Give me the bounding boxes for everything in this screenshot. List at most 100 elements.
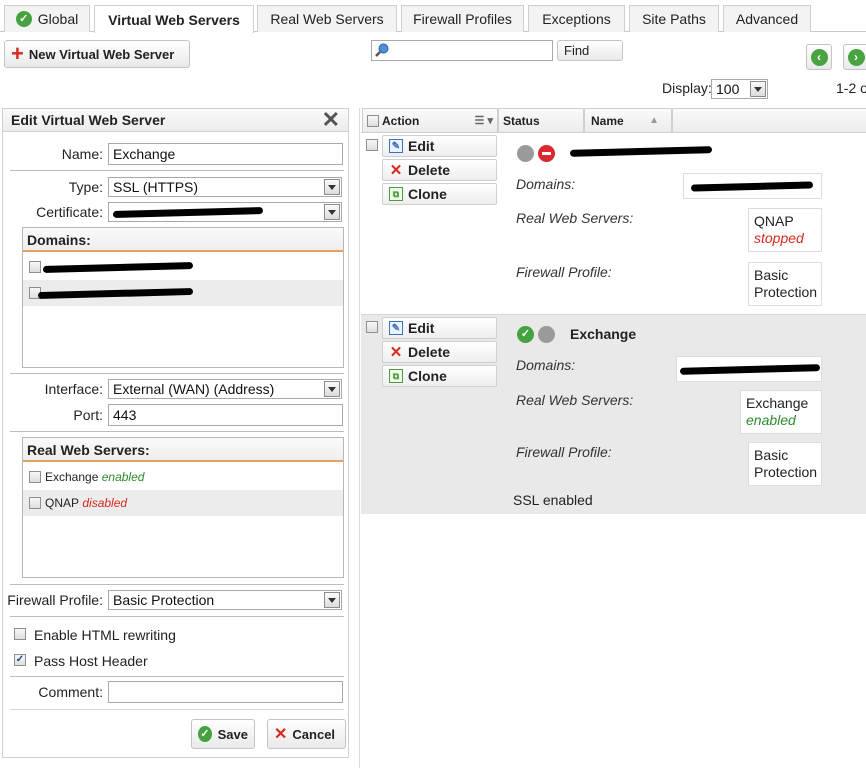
previous-page-button[interactable]: ‹ xyxy=(806,44,832,70)
real-server-checkbox[interactable] xyxy=(29,471,41,483)
redacted-domain xyxy=(42,262,194,273)
firewall-profile-value-box: Basic Protection xyxy=(748,442,822,486)
cancel-button-label: Cancel xyxy=(292,726,336,742)
status-enabled-icon[interactable]: ✓ xyxy=(517,326,534,343)
clone-icon: ⧉ xyxy=(389,369,403,383)
real-server-value-box: Exchange enabled xyxy=(740,390,822,434)
firewall-profile-field-label: Firewall Profile: xyxy=(516,444,612,460)
domain-checkbox[interactable] xyxy=(29,261,41,273)
real-server-row[interactable]: QNAP disabled xyxy=(23,490,343,516)
edit-panel-header: Edit Virtual Web Server ✕ xyxy=(2,107,349,133)
column-menu-icon[interactable]: ☰ ▾ xyxy=(475,114,493,127)
display-count-value: 100 xyxy=(716,81,740,97)
arrow-left-icon: ‹ xyxy=(810,48,828,66)
edit-button-label: Edit xyxy=(408,138,435,154)
edit-button[interactable]: ✎ Edit xyxy=(382,135,497,157)
name-input[interactable]: Exchange xyxy=(108,143,343,165)
firewall-profile-label: Firewall Profile: xyxy=(7,592,103,608)
column-header-status[interactable]: Status xyxy=(498,108,584,132)
edit-icon: ✎ xyxy=(389,321,403,335)
clone-button[interactable]: ⧉ Clone xyxy=(382,183,497,205)
status-dot-icon xyxy=(517,145,534,162)
save-button-label: Save xyxy=(217,726,248,742)
tab-firewall-profiles[interactable]: Firewall Profiles xyxy=(401,5,524,32)
divider xyxy=(10,709,344,710)
status-disabled-icon[interactable] xyxy=(538,145,555,162)
delete-button-label: Delete xyxy=(408,344,451,360)
find-button[interactable]: Find xyxy=(557,40,623,61)
tab-virtual-web-servers[interactable]: Virtual Web Servers xyxy=(94,5,254,33)
select-all-checkbox[interactable] xyxy=(367,114,379,127)
tab-advanced[interactable]: Advanced xyxy=(723,5,811,32)
real-web-servers-field-label: Real Web Servers: xyxy=(516,210,634,226)
firewall-profile-line-2: Protection xyxy=(754,464,818,480)
real-server-checkbox[interactable] xyxy=(29,497,41,509)
chevron-down-icon xyxy=(324,204,340,220)
close-icon[interactable]: ✕ xyxy=(322,107,340,133)
name-value: Exchange xyxy=(113,146,176,162)
firewall-profile-field-label: Firewall Profile: xyxy=(516,264,612,280)
clone-button[interactable]: ⧉ Clone xyxy=(382,365,497,387)
certificate-select[interactable] xyxy=(108,202,342,222)
sort-ascending-icon: ▲ xyxy=(649,115,659,126)
real-server-status: disabled xyxy=(82,496,128,510)
find-button-label: Find xyxy=(564,43,590,58)
clone-button-label: Clone xyxy=(408,186,447,202)
row-checkbox[interactable] xyxy=(366,321,378,333)
divider xyxy=(10,431,344,432)
edit-panel-title: Edit Virtual Web Server xyxy=(11,112,166,128)
real-server-status: enabled xyxy=(746,412,796,428)
tab-real-web-servers[interactable]: Real Web Servers xyxy=(257,5,397,32)
tab-site-paths[interactable]: Site Paths xyxy=(629,5,719,32)
divider xyxy=(10,616,344,617)
chevron-down-icon xyxy=(324,179,340,195)
domains-field-label: Domains: xyxy=(516,357,576,373)
pager-text: 1-2 o xyxy=(836,80,866,96)
real-server-row[interactable]: Exchange enabled xyxy=(23,464,343,490)
new-virtual-web-server-button[interactable]: + New Virtual Web Server xyxy=(4,40,190,68)
next-page-button[interactable]: › xyxy=(843,44,866,70)
html-rewriting-checkbox[interactable] xyxy=(14,628,26,640)
firewall-profile-line-2: Protection xyxy=(754,284,818,300)
delete-button[interactable]: ✕ Delete xyxy=(382,341,497,363)
display-count-select[interactable]: 100 xyxy=(711,79,768,99)
edit-button[interactable]: ✎ Edit xyxy=(382,317,497,339)
comment-input[interactable] xyxy=(108,681,343,703)
interface-label: Interface: xyxy=(44,381,103,397)
chevron-down-icon xyxy=(750,81,766,97)
edit-button-label: Edit xyxy=(408,320,435,336)
search-input[interactable] xyxy=(371,40,553,61)
tab-global[interactable]: ✓ Global xyxy=(4,5,90,32)
row-checkbox[interactable] xyxy=(366,139,378,151)
divider xyxy=(10,170,344,171)
clone-icon: ⧉ xyxy=(389,187,403,201)
tab-exceptions[interactable]: Exceptions xyxy=(528,5,625,32)
save-button[interactable]: ✓ Save xyxy=(191,719,255,749)
delete-icon: ✕ xyxy=(389,344,403,361)
type-select[interactable]: SSL (HTTPS) xyxy=(108,177,342,197)
tab-real-web-servers-label: Real Web Servers xyxy=(270,11,384,27)
cancel-button[interactable]: ✕ Cancel xyxy=(267,719,346,749)
real-server-value-box: QNAP stopped xyxy=(748,208,822,252)
check-circle-icon: ✓ xyxy=(198,726,212,742)
status-dot-icon xyxy=(538,326,555,343)
firewall-profile-select[interactable]: Basic Protection xyxy=(108,590,342,610)
pass-host-header-checkbox[interactable]: ✓ xyxy=(14,654,26,666)
tab-virtual-web-servers-label: Virtual Web Servers xyxy=(108,11,240,28)
real-web-servers-field-label: Real Web Servers: xyxy=(516,392,634,408)
domain-row[interactable] xyxy=(23,254,343,280)
server-name: Exchange xyxy=(570,326,637,342)
interface-select[interactable]: External (WAN) (Address) xyxy=(108,379,342,399)
chevron-down-icon xyxy=(324,381,340,397)
column-header-name[interactable]: Name ▲ xyxy=(584,108,672,132)
column-header-action[interactable]: Action ☰ ▾ xyxy=(362,108,498,132)
domain-row[interactable] xyxy=(23,280,343,306)
redacted-domain xyxy=(679,364,821,375)
tab-exceptions-label: Exceptions xyxy=(542,11,611,27)
delete-button[interactable]: ✕ Delete xyxy=(382,159,497,181)
close-icon: ✕ xyxy=(274,726,288,743)
ssl-status-text: SSL enabled xyxy=(513,492,593,508)
port-input[interactable]: 443 xyxy=(108,404,343,426)
chevron-down-icon xyxy=(324,592,340,608)
real-server-status: stopped xyxy=(754,230,804,246)
